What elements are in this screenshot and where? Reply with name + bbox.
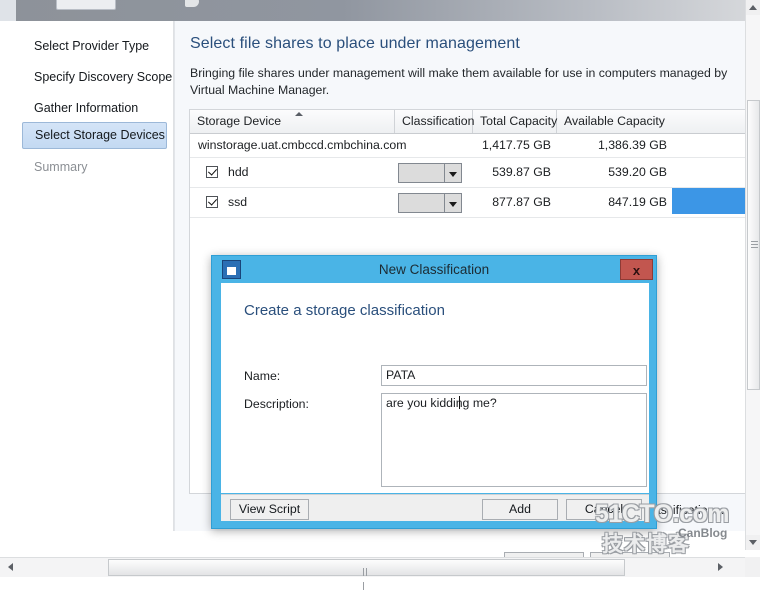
scrollbar-grip-icon [363,565,371,590]
name-input-value: PATA [386,368,416,382]
table-header-row: Storage Device Classification Total Capa… [190,110,747,134]
sidebar-item-summary[interactable]: Summary [22,154,167,181]
table-row[interactable]: ssd 877.87 GB 847.19 GB [190,188,747,218]
column-header-label: Storage Device [197,114,282,128]
sidebar-item-select-provider-type[interactable]: Select Provider Type [22,33,167,60]
text-caret [459,396,460,409]
description-input[interactable]: are you kidding me? [381,393,647,487]
table-row[interactable]: winstorage.uat.cmbccd.cmbchina.com 1,417… [190,134,747,158]
column-header-classification[interactable]: Classification [395,110,475,133]
ribbon-strip [0,0,760,21]
vertical-scrollbar-thumb[interactable] [747,100,760,390]
cell-available-capacity: 1,386.39 GB [597,138,667,152]
row-checkbox[interactable] [206,166,218,178]
dialog-heading: Create a storage classification [244,302,445,319]
cell-available-capacity: 847.19 GB [608,195,667,209]
cell-storage-device: winstorage.uat.cmbccd.cmbchina.com [198,138,407,152]
wizard-sidebar: Select Provider Type Specify Discovery S… [16,21,174,531]
close-icon[interactable]: x [620,259,653,280]
column-header-storage-device[interactable]: Storage Device [190,110,395,133]
scrollbar-grip-icon [751,241,758,248]
cell-available-capacity: 539.20 GB [608,165,667,179]
sidebar-item-label: Gather Information [34,101,139,115]
column-header-total-capacity[interactable]: Total Capacity [473,110,557,133]
scroll-left-icon[interactable] [2,559,19,576]
sidebar-item-specify-discovery-scope[interactable]: Specify Discovery Scope [22,64,172,91]
row-checkbox[interactable] [206,196,218,208]
vertical-scrollbar[interactable] [745,0,760,550]
ribbon-button[interactable] [56,0,116,10]
dialog-title: New Classification [378,262,490,277]
classification-dropdown[interactable] [398,193,462,213]
add-button[interactable]: Add [482,499,558,520]
horizontal-scrollbar[interactable] [0,557,745,590]
scroll-down-icon[interactable] [746,535,760,550]
view-script-button[interactable]: View Script [230,499,309,520]
description-input-value: are you kidding me? [386,396,497,410]
new-classification-dialog: New Classification x Create a storage cl… [211,255,657,529]
classification-dropdown[interactable] [398,163,462,183]
chevron-down-icon[interactable] [444,194,461,212]
page-description: Bringing file shares under management wi… [190,66,728,97]
sidebar-item-label: Specify Discovery Scope [34,70,173,84]
column-header-label: Available Capacity [564,114,665,128]
scrollbar-corner [745,557,760,577]
sidebar-item-gather-information[interactable]: Gather Information [22,95,167,122]
chevron-down-icon[interactable] [444,164,461,182]
selected-cell-highlight[interactable] [672,188,747,214]
dialog-footer: View Script Add Cancel [221,494,649,521]
description-label: Description: [244,397,309,411]
sidebar-item-label: Select Storage Devices [35,128,165,142]
scroll-up-icon[interactable] [746,0,760,15]
column-header-label: Total Capacity [480,114,558,128]
name-label: Name: [244,369,281,383]
ribbon-left-tab [0,0,16,21]
cell-total-capacity: 877.87 GB [492,195,551,209]
sidebar-item-select-storage-devices[interactable]: Select Storage Devices [22,122,167,149]
column-header-label: Classification [402,114,475,128]
sort-ascending-icon [295,112,303,116]
scroll-right-icon[interactable] [712,559,729,576]
column-header-available-capacity[interactable]: Available Capacity [557,110,672,133]
table-row[interactable]: hdd 539.87 GB 539.20 GB [190,158,747,188]
sidebar-item-label: Select Provider Type [34,39,150,53]
ribbon-glyph-icon [185,0,199,7]
dialog-body: Create a storage classification Name: PA… [221,283,649,493]
page-title: Select file shares to place under manage… [190,35,520,52]
cell-total-capacity: 1,417.75 GB [481,138,551,152]
horizontal-scrollbar-thumb[interactable] [108,559,625,590]
name-input[interactable]: PATA [381,365,647,386]
cell-storage-device: ssd [228,195,248,209]
sidebar-item-label: Summary [34,160,88,174]
cell-storage-device: hdd [228,165,249,179]
cell-total-capacity: 539.87 GB [492,165,551,179]
cancel-button[interactable]: Cancel [566,499,642,520]
